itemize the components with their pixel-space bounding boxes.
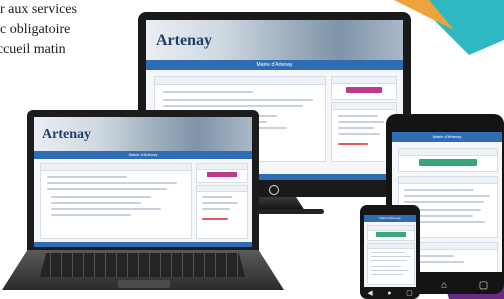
phone-panel-info	[367, 243, 415, 285]
site-brand: Artenay	[156, 32, 212, 49]
recent-apps-icon[interactable]: ▢	[479, 280, 488, 291]
site-title: Mairie d'Artenay	[256, 62, 293, 68]
tablet-panel-account	[398, 148, 498, 172]
phone-back-icon[interactable]: ◀	[367, 289, 372, 297]
power-icon[interactable]	[269, 185, 279, 195]
phone-system-nav: ◀ ● ▢	[360, 287, 420, 299]
laptop-sidebar-account	[196, 163, 248, 183]
phone-home-icon[interactable]: ●	[387, 290, 391, 297]
tablet-connect-button[interactable]	[419, 159, 477, 166]
laptop-site-title: Mairie d'Artenay	[128, 152, 158, 157]
laptop-site-footer	[34, 242, 252, 247]
laptop-sidebar-contact	[196, 185, 248, 239]
laptop-connect-button[interactable]	[207, 172, 237, 177]
laptop-trackpad	[118, 280, 170, 288]
laptop-main-panel	[40, 163, 192, 239]
intro-text-block: r aux services onc obligatoire (accueil …	[0, 0, 150, 60]
phone-nav-bar[interactable]: Mairie d'Artenay	[364, 215, 416, 222]
panel-header	[155, 77, 325, 85]
laptop-site-nav-bar[interactable]: Mairie d'Artenay	[34, 151, 252, 159]
laptop-screen: Artenay Mairie d'Artenay	[34, 117, 252, 247]
phone-screen: Mairie d'Artenay	[364, 215, 416, 287]
tablet-site-title: Mairie d'Artenay	[432, 134, 462, 139]
phone-recent-icon[interactable]: ▢	[406, 289, 413, 297]
site-nav-bar[interactable]: Mairie d'Artenay	[146, 60, 403, 70]
intro-line-2: onc obligatoire	[0, 22, 71, 37]
phone-connect-button[interactable]	[376, 232, 406, 237]
laptop: Artenay Mairie d'Artenay	[27, 110, 259, 252]
connect-button[interactable]	[346, 87, 382, 93]
sidebar-panel-account	[331, 76, 397, 100]
smartphone: Mairie d'Artenay ◀ ● ▢	[360, 205, 420, 299]
laptop-keyboard	[40, 253, 245, 277]
home-icon[interactable]: ⌂	[441, 280, 447, 291]
phone-site-title: Mairie d'Artenay	[379, 216, 401, 220]
tablet-nav-bar[interactable]: Mairie d'Artenay	[392, 132, 502, 142]
intro-line-1: r aux services	[0, 2, 77, 17]
intro-line-3: (accueil matin	[0, 42, 66, 57]
phone-panel-account	[367, 225, 415, 241]
laptop-site-brand: Artenay	[42, 127, 91, 142]
